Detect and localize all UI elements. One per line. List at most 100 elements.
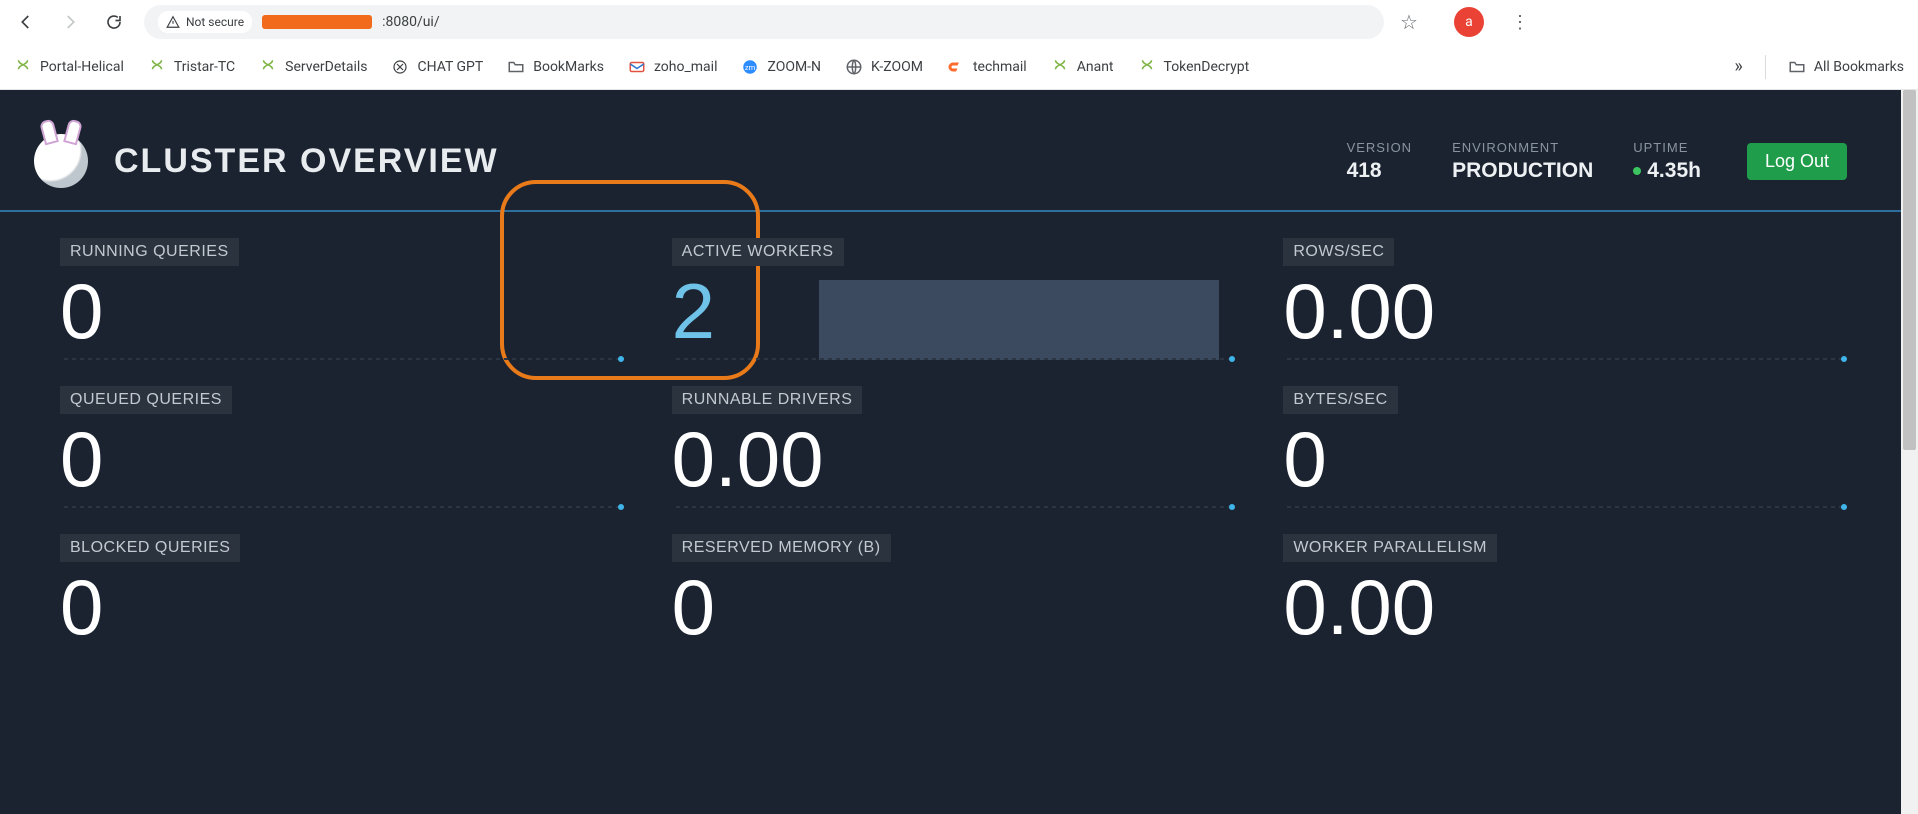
trino-logo-icon [34, 134, 88, 188]
scrollbar-thumb[interactable] [1903, 90, 1916, 450]
bookmark-label: ZOOM-N [767, 59, 821, 75]
version-value: 418 [1347, 159, 1413, 183]
bookmark-star-icon[interactable]: ☆ [1400, 10, 1418, 34]
warning-icon [166, 15, 180, 29]
version-label: VERSION [1347, 140, 1413, 155]
profile-letter: a [1465, 14, 1473, 30]
browser-toolbar: Not secure :8080/ui/ ☆ a ⋮ [0, 0, 1918, 44]
card-runnable-drivers: RUNNABLE DRIVERS 0.00 [672, 386, 1236, 510]
card-value: 0 [672, 563, 715, 651]
dna-icon [259, 58, 277, 76]
bookmark-label: BookMarks [533, 59, 604, 75]
dna-icon [1051, 58, 1069, 76]
all-bookmarks-button[interactable]: All Bookmarks [1788, 58, 1904, 76]
bookmark-techmail[interactable]: techmail [947, 58, 1027, 76]
reload-button[interactable] [100, 8, 128, 36]
logout-button[interactable]: Log Out [1747, 143, 1847, 180]
bookmark-chat-gpt[interactable]: CHAT GPT [391, 58, 483, 76]
environment-meta: ENVIRONMENT PRODUCTION [1452, 140, 1593, 183]
dna-icon [14, 58, 32, 76]
card-running-queries: RUNNING QUERIES 0 [60, 238, 624, 362]
bookmark-label: TokenDecrypt [1164, 59, 1250, 75]
all-bookmarks-label: All Bookmarks [1814, 59, 1904, 75]
mail-icon [628, 58, 646, 76]
globe-icon [845, 58, 863, 76]
version-meta: VERSION 418 [1347, 140, 1413, 183]
bookmark-zoom-n[interactable]: zm ZOOM-N [741, 58, 821, 76]
bookmark-serverdetails[interactable]: ServerDetails [259, 58, 367, 76]
bookmark-label: ServerDetails [285, 59, 367, 75]
card-label: BYTES/SEC [1283, 386, 1397, 414]
card-value: 2 [672, 267, 715, 355]
security-chip[interactable]: Not secure [158, 11, 252, 33]
uptime-value: 4.35h [1647, 159, 1701, 182]
uptime-meta: UPTIME 4.35h [1633, 140, 1701, 183]
environment-value: PRODUCTION [1452, 159, 1593, 183]
svg-text:zm: zm [745, 63, 756, 72]
card-label: WORKER PARALLELISM [1283, 534, 1497, 562]
card-active-workers: ACTIVE WORKERS 2 [672, 238, 1236, 362]
bookmark-label: Anant [1077, 59, 1114, 75]
profile-avatar[interactable]: a [1454, 7, 1484, 37]
bookmark-portal-helical[interactable]: Portal-Helical [14, 58, 124, 76]
card-value: 0.00 [1283, 563, 1435, 651]
card-label: ACTIVE WORKERS [672, 238, 844, 266]
card-label: ROWS/SEC [1283, 238, 1394, 266]
app-page: CLUSTER OVERVIEW VERSION 418 ENVIRONMENT… [0, 90, 1901, 814]
environment-label: ENVIRONMENT [1452, 140, 1593, 155]
card-label: QUEUED QUERIES [60, 386, 232, 414]
bookmark-label: techmail [973, 59, 1027, 75]
card-value: 0 [60, 415, 103, 503]
card-reserved-memory: RESERVED MEMORY (B) 0 [672, 534, 1236, 658]
card-label: RESERVED MEMORY (B) [672, 534, 891, 562]
address-bar[interactable]: Not secure :8080/ui/ [144, 5, 1384, 39]
bookmarks-overflow-icon[interactable]: » [1734, 56, 1742, 77]
card-label: RUNNABLE DRIVERS [672, 386, 863, 414]
vertical-scrollbar[interactable] [1901, 90, 1918, 814]
bookmark-k-zoom[interactable]: K-ZOOM [845, 58, 923, 76]
dna-icon [148, 58, 166, 76]
card-value: 0.00 [1283, 267, 1435, 355]
bookmark-label: Tristar-TC [174, 59, 235, 75]
card-rows-sec: ROWS/SEC 0.00 [1283, 238, 1847, 362]
sparkline-chart [819, 280, 1219, 360]
folder-icon [1788, 58, 1806, 76]
bookmark-tokendecrypt[interactable]: TokenDecrypt [1138, 58, 1250, 76]
bookmark-bookmarks-folder[interactable]: BookMarks [507, 58, 604, 76]
card-worker-parallelism: WORKER PARALLELISM 0.00 [1283, 534, 1847, 658]
uptime-label: UPTIME [1633, 140, 1701, 155]
card-blocked-queries: BLOCKED QUERIES 0 [60, 534, 624, 658]
zoom-icon: zm [741, 58, 759, 76]
bookmark-anant[interactable]: Anant [1051, 58, 1114, 76]
divider [1765, 55, 1766, 79]
card-value: 0 [60, 563, 103, 651]
card-queued-queries: QUEUED QUERIES 0 [60, 386, 624, 510]
status-dot-icon [1633, 167, 1641, 175]
url-suffix: :8080/ui/ [382, 14, 440, 30]
folder-icon [507, 58, 525, 76]
card-value: 0 [1283, 415, 1326, 503]
card-value: 0 [60, 267, 103, 355]
cpanel-icon [947, 58, 965, 76]
bookmark-label: zoho_mail [654, 59, 718, 75]
card-label: BLOCKED QUERIES [60, 534, 240, 562]
security-label: Not secure [186, 15, 244, 29]
forward-button[interactable] [56, 8, 84, 36]
bookmark-zoho-mail[interactable]: zoho_mail [628, 58, 718, 76]
bookmark-label: Portal-Helical [40, 59, 124, 75]
redacted-host [262, 15, 372, 29]
openai-icon [391, 58, 409, 76]
bookmarks-bar: Portal-Helical Tristar-TC ServerDetails … [0, 44, 1918, 90]
card-label: RUNNING QUERIES [60, 238, 239, 266]
page-title: CLUSTER OVERVIEW [114, 142, 499, 181]
bookmark-tristar-tc[interactable]: Tristar-TC [148, 58, 235, 76]
bookmark-label: CHAT GPT [417, 59, 483, 75]
card-bytes-sec: BYTES/SEC 0 [1283, 386, 1847, 510]
back-button[interactable] [12, 8, 40, 36]
dna-icon [1138, 58, 1156, 76]
card-value: 0.00 [672, 415, 824, 503]
bookmark-label: K-ZOOM [871, 59, 923, 75]
stats-grid: RUNNING QUERIES 0 ACTIVE WORKERS 2 ROWS/… [0, 212, 1901, 658]
browser-menu-button[interactable]: ⋮ [1506, 12, 1534, 33]
page-header: CLUSTER OVERVIEW VERSION 418 ENVIRONMENT… [0, 90, 1901, 212]
